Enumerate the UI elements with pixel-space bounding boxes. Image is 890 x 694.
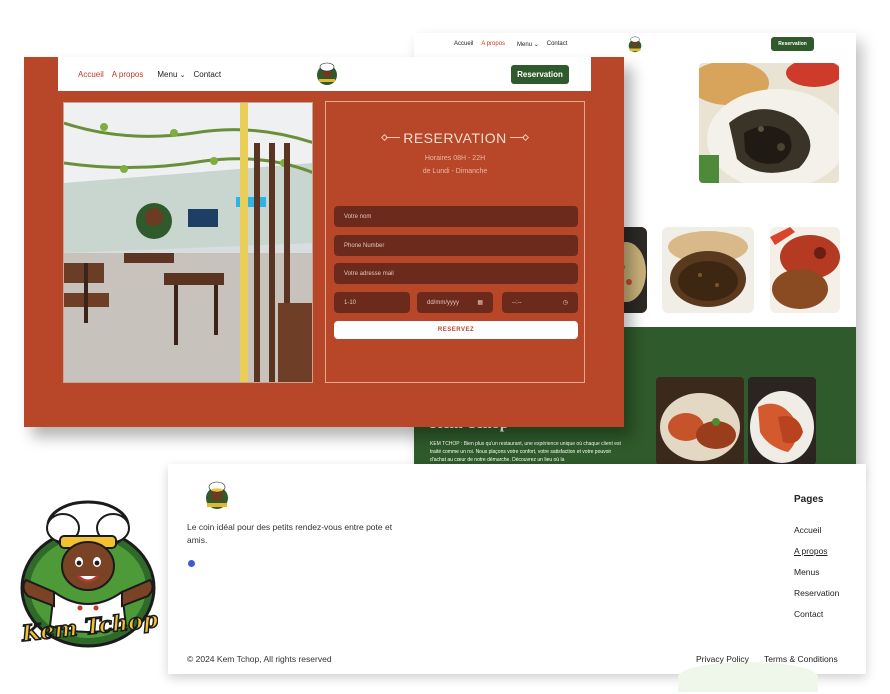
footer-link-reservation[interactable]: Reservation [794, 588, 839, 598]
nav-contact[interactable]: Contact [194, 70, 222, 79]
date-placeholder: dd/mm/yyyy [427, 299, 460, 306]
facebook-icon[interactable] [188, 560, 195, 567]
days-text: de Lundi - Dimanche [422, 168, 488, 175]
restaurant-interior-photo [63, 102, 313, 383]
footer-logo[interactable] [202, 478, 232, 512]
landing-nav-apropos[interactable]: A propos [481, 41, 505, 48]
kem-tchop-logo: Kem Tchop [19, 500, 158, 648]
nav-logo[interactable] [314, 60, 340, 86]
phone-input[interactable]: Phone Number [334, 235, 578, 256]
name-input[interactable]: Votre nom [334, 206, 578, 227]
reservation-form: RESERVATION Horaires 08H - 22H de Lundi … [325, 101, 585, 383]
footer-card: Le coin idéal pour des petits rendez-vou… [168, 464, 866, 692]
nav-accueil[interactable]: Accueil [78, 70, 104, 79]
footer-tagline: Le coin idéal pour des petits rendez-vou… [187, 522, 393, 545]
calendar-icon[interactable]: ▦ [477, 299, 483, 306]
reservation-heading: RESERVATION [326, 130, 584, 146]
privacy-policy-link[interactable]: Privacy Policy [696, 654, 749, 664]
top-navbar: Accueil A propos Menu ⌄ Contact Reservat… [58, 57, 591, 91]
diamond-icon [521, 133, 530, 142]
about-image-1 [656, 377, 744, 465]
about-image-2 [748, 377, 816, 465]
landing-nav-contact[interactable]: Contact [547, 41, 568, 48]
landing-reservation-button[interactable]: Reservation [771, 37, 814, 51]
diamond-icon [380, 133, 389, 142]
landing-nav-menu[interactable]: Menu ⌄ [517, 41, 539, 48]
nav-menu-label: Menu [157, 70, 178, 79]
nav-reservation-button[interactable]: Reservation [511, 65, 569, 84]
reservation-page-card: Accueil A propos Menu ⌄ Contact Reservat… [24, 57, 624, 427]
landing-nav: Accueil A propos Menu ⌄ Contact [454, 41, 567, 48]
guests-value: 1-10 [344, 299, 357, 306]
dish-hero-image [699, 63, 839, 183]
footer-pages-title: Pages [794, 494, 824, 505]
footer-link-accueil[interactable]: Accueil [794, 525, 821, 535]
reservez-button[interactable]: RESERVEZ [334, 321, 578, 339]
dish-thumb-2 [662, 227, 754, 313]
screenshot-canvas: Accueil A propos Menu ⌄ Contact Reservat… [0, 0, 890, 694]
reservation-title: RESERVATION [403, 130, 507, 146]
footer-link-apropos[interactable]: A propos [794, 546, 828, 556]
email-input[interactable]: Votre adresse mail [334, 263, 578, 284]
footer-link-contact[interactable]: Contact [794, 609, 823, 619]
name-placeholder: Votre nom [344, 213, 372, 220]
footer-copyright: © 2024 Kem Tchop, All rights reserved [187, 654, 332, 664]
email-placeholder: Votre adresse mail [344, 270, 394, 277]
nav-menu[interactable]: Menu ⌄ [157, 70, 185, 79]
time-placeholder: --:-- [512, 299, 522, 306]
date-input[interactable]: dd/mm/yyyy ▦ [417, 292, 493, 313]
decorative-blob [678, 662, 818, 692]
landing-logo [628, 36, 642, 53]
guests-input[interactable]: 1-10 [334, 292, 410, 313]
footer-link-menus[interactable]: Menus [794, 567, 820, 577]
hours-text: Horaires 08H - 22H [424, 155, 486, 162]
clock-icon[interactable]: ◷ [563, 299, 568, 306]
chevron-down-icon: ⌄ [179, 72, 186, 79]
opening-hours: Horaires 08H - 22H de Lundi - Dimanche [326, 152, 584, 178]
phone-placeholder: Phone Number [344, 242, 385, 249]
time-input[interactable]: --:-- ◷ [502, 292, 578, 313]
nav-apropos[interactable]: A propos [112, 70, 144, 79]
landing-nav-accueil[interactable]: Accueil [454, 41, 473, 48]
dish-thumb-3 [770, 227, 840, 313]
about-description: KEM TCHOP : Bien plus qu'un restaurant, … [430, 441, 621, 463]
terms-conditions-link[interactable]: Terms & Conditions [764, 654, 838, 664]
